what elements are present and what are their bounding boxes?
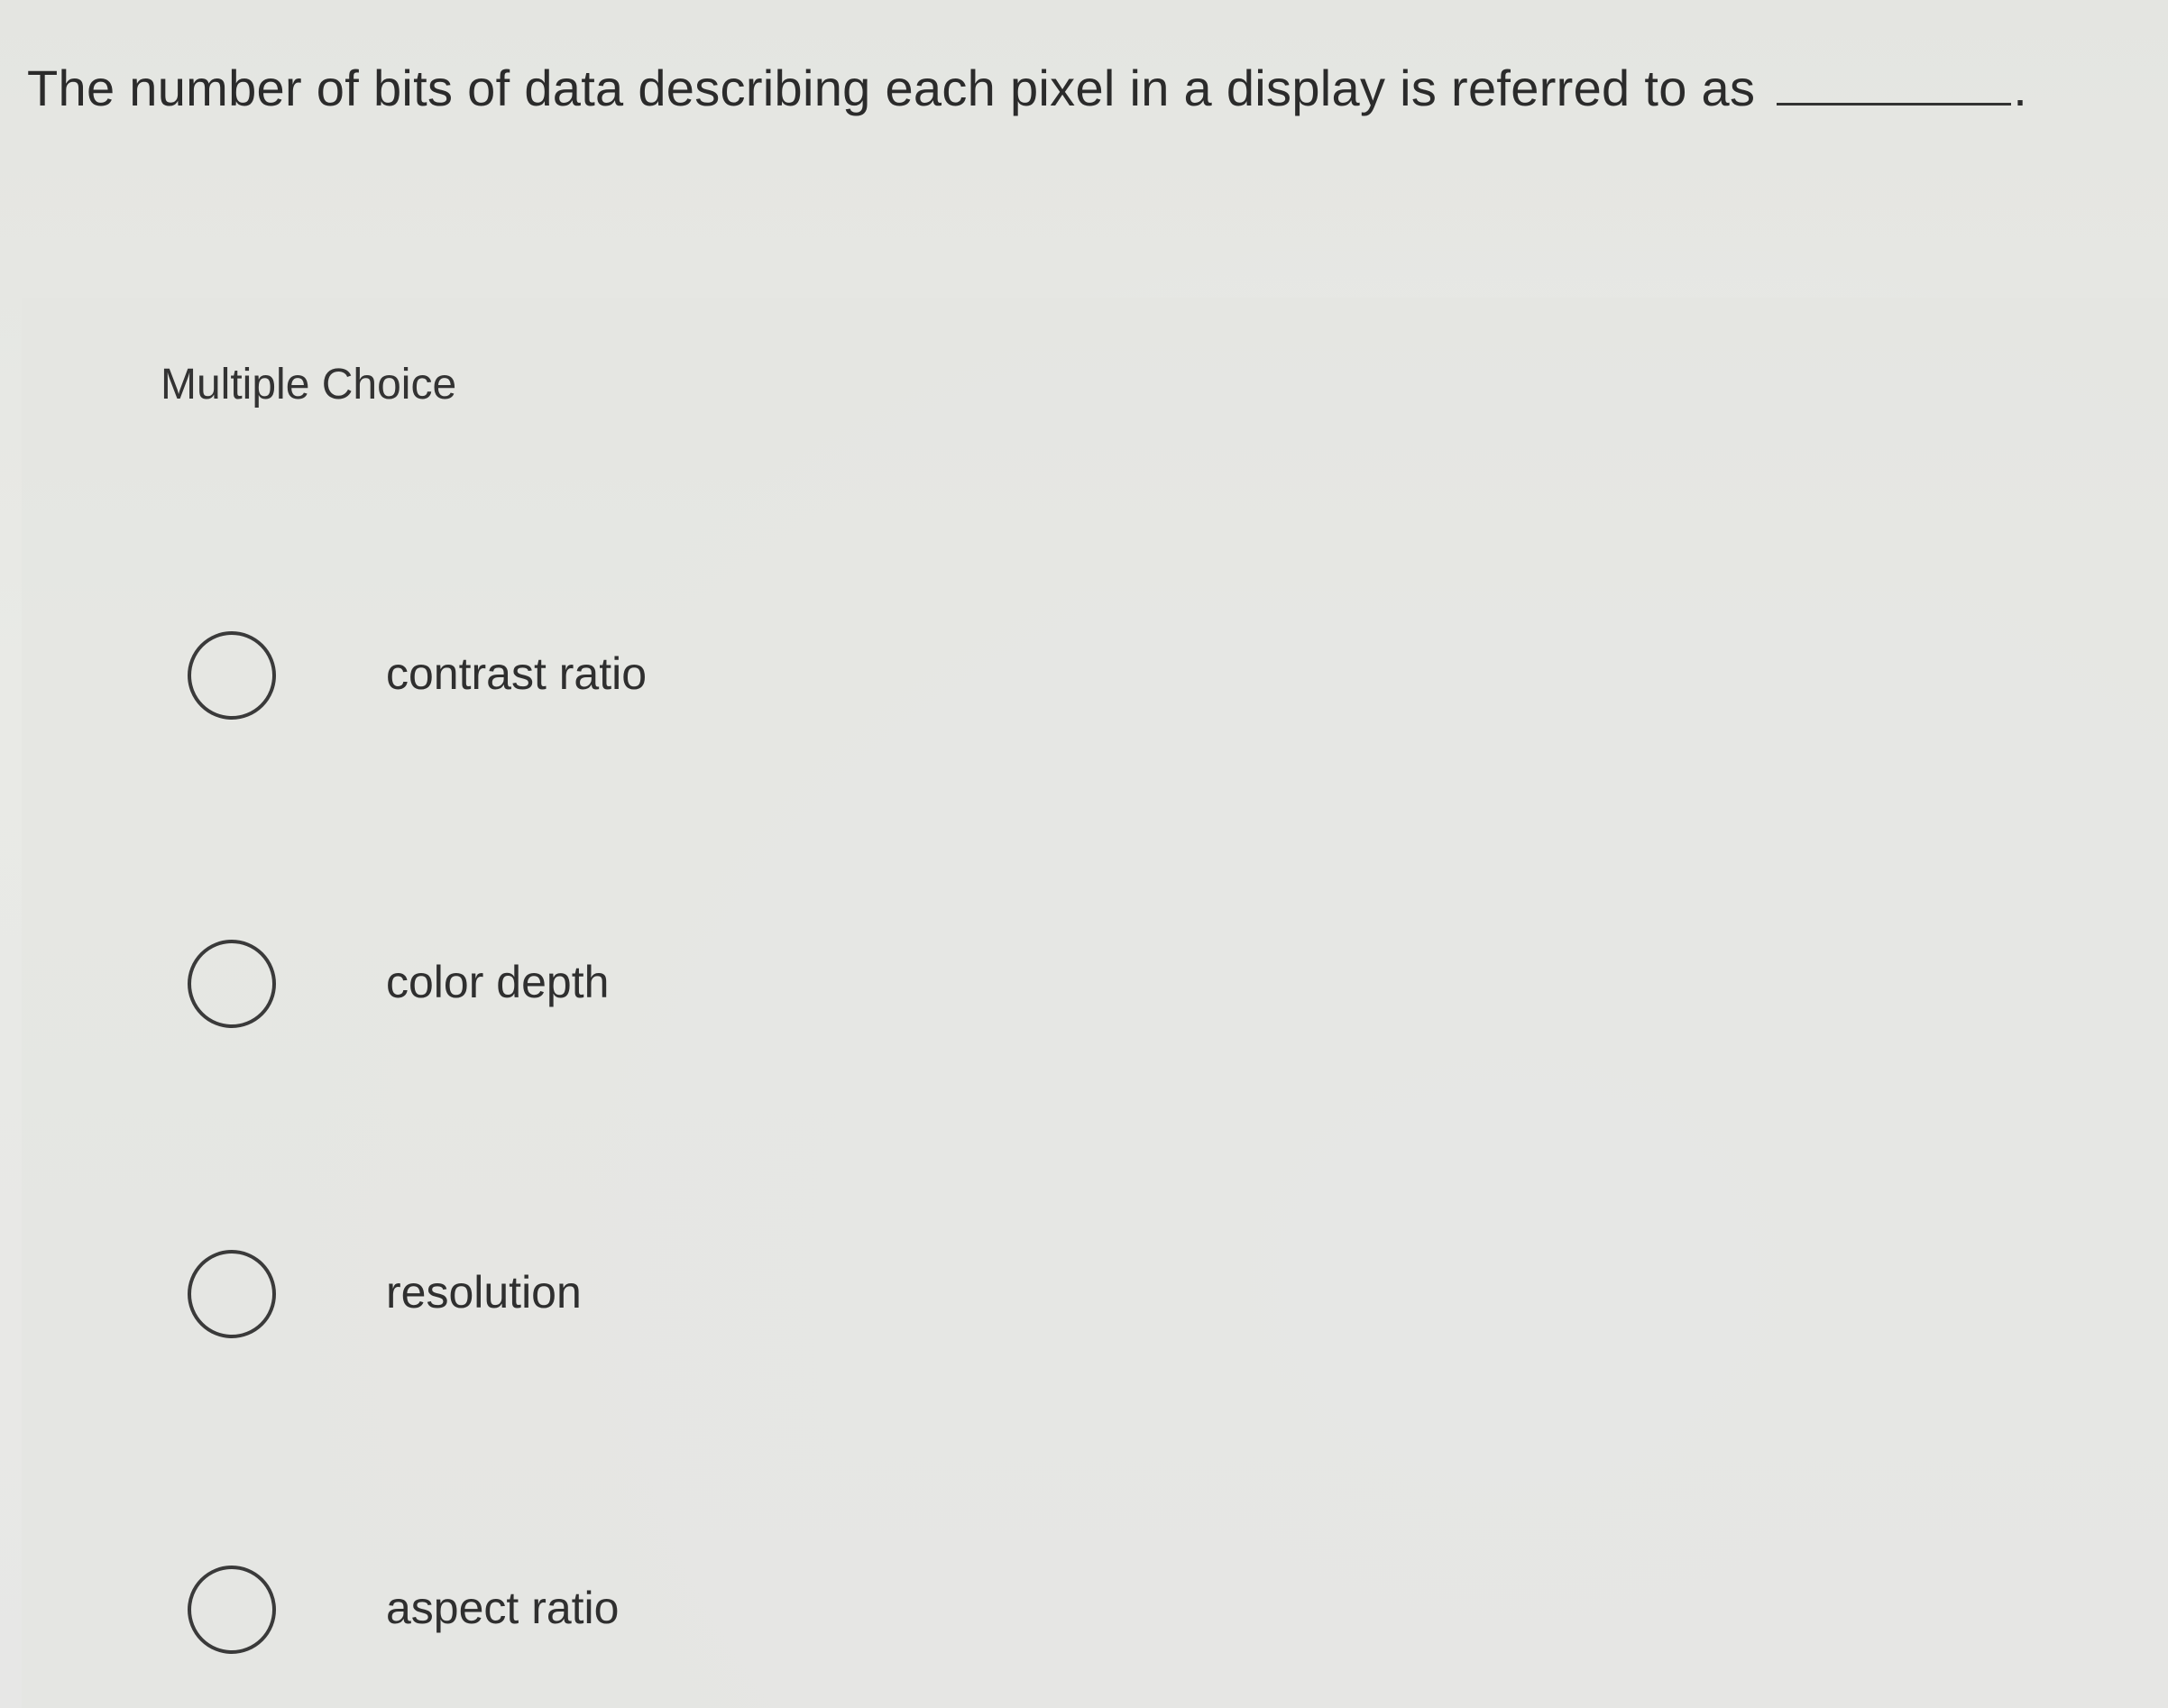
question-type-label: Multiple Choice — [161, 361, 457, 409]
option-resolution[interactable]: resolution — [180, 1250, 992, 1349]
option-label: aspect ratio — [386, 1583, 620, 1633]
question-text: The number of bits of data describing ea… — [27, 60, 1756, 116]
option-aspect-ratio[interactable]: aspect ratio — [180, 1566, 992, 1665]
question-period: . — [2013, 60, 2028, 116]
answer-blank — [1777, 60, 2012, 106]
option-color-depth[interactable]: color depth — [180, 940, 992, 1039]
radio-circle-icon[interactable] — [188, 1250, 276, 1338]
radio-circle-icon[interactable] — [188, 631, 276, 720]
option-contrast-ratio[interactable]: contrast ratio — [180, 631, 992, 730]
option-label: color depth — [386, 957, 610, 1007]
option-label: resolution — [386, 1267, 582, 1318]
radio-circle-icon[interactable] — [188, 940, 276, 1028]
quiz-page: The number of bits of data describing ea… — [0, 0, 2168, 1708]
question-prompt: The number of bits of data describing ea… — [27, 52, 2027, 124]
radio-circle-icon[interactable] — [188, 1566, 276, 1654]
option-label: contrast ratio — [386, 648, 648, 699]
